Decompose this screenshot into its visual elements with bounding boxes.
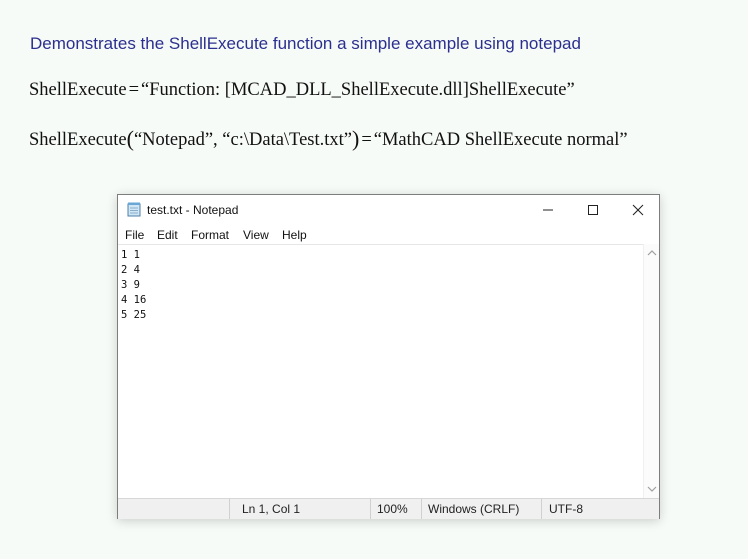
status-zoom: 100% [370,499,421,519]
editor-content[interactable]: 1 1 2 4 3 9 4 16 5 25 [121,248,146,323]
close-button[interactable] [615,195,661,225]
menu-file[interactable]: File [125,228,144,242]
minimize-icon [543,209,553,211]
scroll-down-icon[interactable] [647,485,657,493]
call-function-name: ShellExecute [29,130,127,150]
definition-lhs: ShellExecute [29,80,127,100]
menu-view[interactable]: View [243,228,269,242]
scroll-up-icon[interactable] [647,249,657,257]
arg-comma: , [213,130,218,150]
menu-bar: File Edit Format View Help [118,225,659,244]
close-icon [632,204,644,216]
equals-sign: = [361,130,372,150]
status-line-ending: Windows (CRLF) [421,499,541,519]
status-bar: Ln 1, Col 1 100% Windows (CRLF) UTF-8 [118,498,659,519]
equals-sign: = [128,80,140,100]
menu-help[interactable]: Help [282,228,307,242]
window-title: test.txt - Notepad [147,203,239,217]
open-paren: ( [126,126,134,151]
maximize-button[interactable] [570,195,616,225]
menu-edit[interactable]: Edit [157,228,178,242]
shellexecute-call[interactable]: ShellExecute(“Notepad”, “c:\Data\Test.tx… [29,126,628,152]
call-result: “MathCAD ShellExecute normal” [373,130,628,150]
maximize-icon [588,205,598,215]
menu-format[interactable]: Format [191,228,229,242]
minimize-button[interactable] [525,195,571,225]
call-arg-program: “Notepad” [133,130,214,150]
shellexecute-definition[interactable]: ShellExecute = “Function: [MCAD_DLL_ShellE… [29,80,575,101]
vertical-scrollbar[interactable] [643,244,659,498]
notepad-window[interactable]: test.txt - Notepad File Edit Format View… [117,194,660,519]
notepad-icon [127,202,141,217]
definition-rhs: “Function: [MCAD_DLL_ShellExecute.dll]Sh… [141,80,575,100]
page-heading: Demonstrates the ShellExecute function a… [30,34,581,53]
title-bar[interactable]: test.txt - Notepad [118,195,659,225]
call-arg-file: “c:\Data\Test.txt” [222,130,352,150]
status-encoding: UTF-8 [541,499,659,519]
text-editor[interactable]: 1 1 2 4 3 9 4 16 5 25 [118,244,643,498]
status-cursor-position: Ln 1, Col 1 [229,499,370,519]
